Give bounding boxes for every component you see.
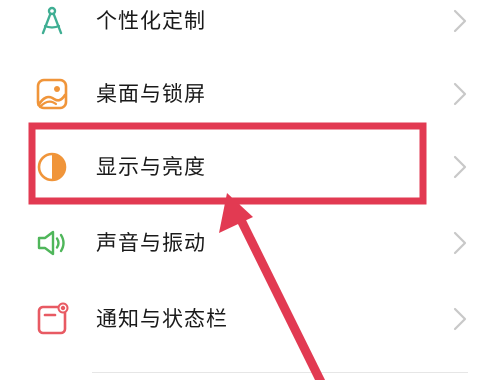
settings-item-label: 声音与振动 (96, 231, 206, 255)
brightness-icon (34, 149, 70, 185)
settings-item-display-brightness[interactable]: 显示与亮度 (0, 132, 500, 202)
chevron-right-icon (452, 81, 468, 107)
settings-item-personalization[interactable]: 个性化定制 (0, 0, 500, 56)
speaker-icon (34, 225, 70, 261)
chevron-right-icon (452, 8, 468, 34)
settings-item-label: 个性化定制 (96, 9, 206, 33)
chevron-right-icon (452, 154, 468, 180)
compass-icon (34, 3, 70, 39)
settings-item-sound-vibration[interactable]: 声音与振动 (0, 208, 500, 278)
settings-item-label: 通知与状态栏 (96, 307, 228, 331)
list-divider (92, 372, 468, 373)
settings-item-label: 显示与亮度 (96, 155, 206, 179)
settings-item-desktop-lockscreen[interactable]: 桌面与锁屏 (0, 59, 500, 129)
settings-list: 个性化定制 桌面与锁屏 显示与亮度 声音与振动 通知与状态栏 (0, 0, 500, 380)
settings-item-label: 桌面与锁屏 (96, 82, 206, 106)
chevron-right-icon (452, 306, 468, 332)
notification-icon (34, 301, 70, 337)
chevron-right-icon (452, 230, 468, 256)
wallpaper-icon (34, 76, 70, 112)
settings-item-notifications-statusbar[interactable]: 通知与状态栏 (0, 284, 500, 354)
